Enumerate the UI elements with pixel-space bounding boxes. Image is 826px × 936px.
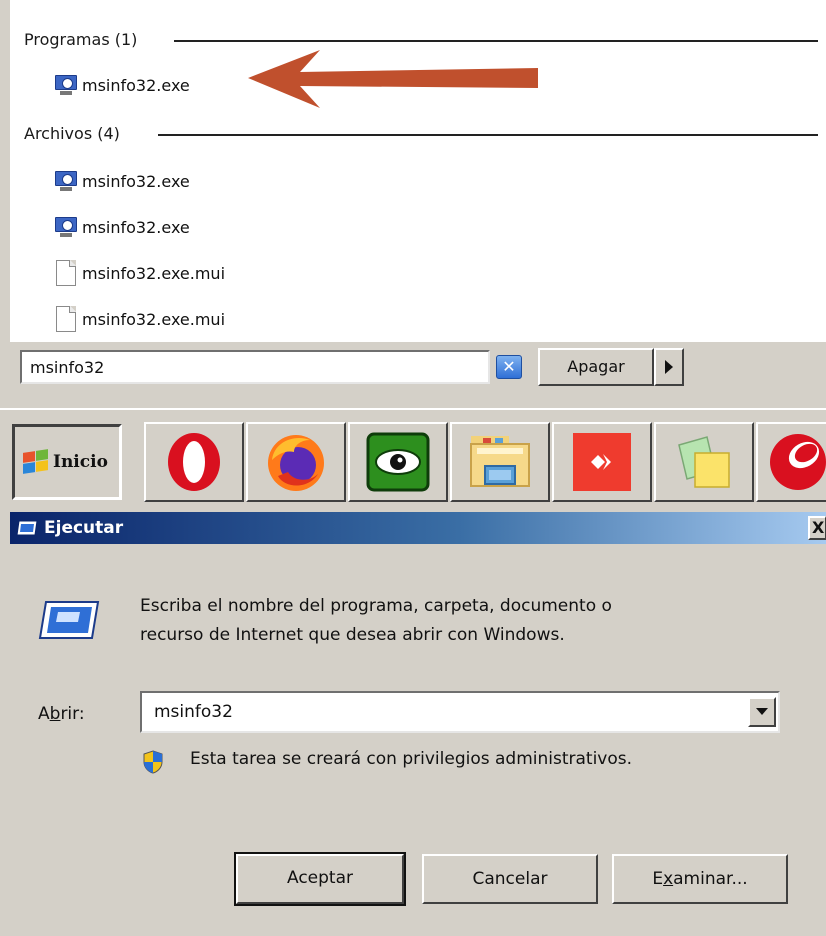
admin-privileges-note: Esta tarea se creará con privilegios adm…: [190, 749, 633, 769]
taskbar-app-opera[interactable]: [144, 422, 244, 502]
result-item-file[interactable]: msinfo32.exe.mui: [54, 258, 314, 288]
annotation-arrow: [248, 50, 538, 108]
system-info-icon: [54, 216, 78, 238]
run-dialog: Ejecutar X Escriba el nombre del program…: [0, 508, 826, 936]
chevron-down-icon[interactable]: [748, 697, 776, 727]
search-input[interactable]: [20, 350, 490, 384]
label-accelerator: x: [663, 869, 674, 889]
file-icon: [56, 306, 76, 332]
open-input[interactable]: [142, 693, 738, 731]
ok-button[interactable]: Aceptar: [234, 852, 406, 906]
result-item-label: msinfo32.exe.mui: [82, 309, 226, 329]
shutdown-button[interactable]: Apagar: [538, 348, 654, 386]
run-dialog-titlebar[interactable]: Ejecutar X: [10, 512, 826, 544]
close-icon[interactable]: ✕: [496, 355, 522, 379]
label-part: A: [38, 704, 50, 724]
result-item-label: msinfo32.exe.mui: [82, 263, 226, 283]
anydesk-icon: [573, 433, 631, 491]
taskbar-app-anydesk[interactable]: [552, 422, 652, 502]
dialog-title: Ejecutar: [44, 518, 124, 538]
run-icon: [16, 520, 38, 536]
taskbar: Inicio: [0, 408, 826, 504]
group-divider: [158, 134, 818, 136]
label-part: aminar...: [673, 869, 748, 889]
taskbar-app-file-explorer[interactable]: [450, 422, 550, 502]
group-header-archivos: Archivos (4): [24, 124, 120, 143]
firefox-icon: [268, 435, 324, 491]
run-icon: [38, 601, 100, 639]
file-explorer-icon: [470, 436, 530, 487]
result-item-file[interactable]: msinfo32.exe.mui: [54, 304, 314, 334]
result-item-file[interactable]: msinfo32.exe: [54, 166, 314, 196]
close-button[interactable]: X: [808, 516, 826, 540]
description-line: recurso de Internet que desea abrir con …: [140, 625, 565, 645]
system-info-icon: [54, 74, 78, 96]
label-accelerator: b: [49, 704, 61, 724]
start-button[interactable]: Inicio: [12, 424, 122, 500]
cancel-button[interactable]: Cancelar: [422, 854, 598, 904]
shield-icon: [143, 750, 163, 774]
file-icon: [56, 260, 76, 286]
taskbar-app-eye[interactable]: [348, 422, 448, 502]
result-item-file[interactable]: msinfo32.exe: [54, 212, 314, 242]
label-part: E: [652, 869, 664, 889]
result-item-label: msinfo32.exe: [82, 171, 190, 191]
dialog-description: Escriba el nombre del programa, carpeta,…: [140, 592, 760, 650]
taskbar-app-sticky-notes[interactable]: [654, 422, 754, 502]
description-line: Escriba el nombre del programa, carpeta,…: [140, 596, 612, 616]
taskbar-app-firefox[interactable]: [246, 422, 346, 502]
search-row: ✕ Apagar: [10, 342, 826, 406]
result-item-label: msinfo32.exe: [82, 217, 190, 237]
sticky-notes-icon: [678, 436, 730, 488]
open-field-label: Abrir:: [38, 704, 85, 724]
result-item-label: msinfo32.exe: [82, 75, 190, 95]
group-divider: [174, 40, 818, 42]
start-label: Inicio: [53, 452, 108, 472]
opera-icon: [770, 434, 826, 490]
triangle-right-icon[interactable]: [654, 348, 684, 386]
open-combobox[interactable]: [140, 691, 780, 733]
group-header-programas: Programas (1): [24, 30, 138, 49]
system-info-icon: [54, 170, 78, 192]
browse-button[interactable]: Examinar...: [612, 854, 788, 904]
windows-flag-icon: [21, 449, 49, 474]
taskbar-app-opera-2[interactable]: [756, 422, 826, 502]
eye-icon: [366, 432, 430, 492]
start-menu-search-results: Programas (1) msinfo32.exe Archivos (4) …: [0, 0, 826, 406]
label-part: rir:: [60, 704, 85, 724]
opera-icon: [168, 433, 220, 491]
